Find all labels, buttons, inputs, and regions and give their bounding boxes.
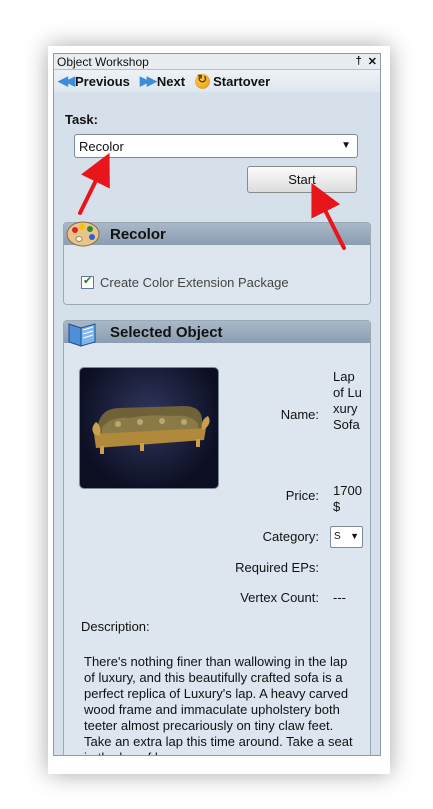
description-label: Description: (81, 619, 150, 634)
price-value: 1700 $ (333, 483, 362, 514)
title-bar: Object Workshop † ✕ (54, 54, 380, 70)
price-label: Price: (285, 488, 319, 503)
recolor-section: Recolor Create Color Extension Package (63, 222, 371, 305)
previous-button[interactable]: ◀◀ Previous (58, 73, 130, 89)
color-extension-checkbox[interactable] (81, 274, 94, 289)
task-dropdown[interactable]: Recolor ▼ (74, 134, 358, 158)
pin-icon[interactable]: † (356, 55, 362, 68)
next-label: Next (156, 73, 186, 89)
startover-label: Startover (213, 73, 271, 89)
selected-object-header: Selected Object (64, 321, 370, 343)
vertex-count-value: --- (333, 590, 346, 605)
task-label: Task: (65, 112, 98, 127)
category-label: Category: (262, 529, 319, 544)
chevron-down-icon: ▼ (350, 531, 359, 541)
next-button[interactable]: ▶▶ Next (140, 73, 185, 89)
navigation-bar: ◀◀ Previous ▶▶ Next Startover (54, 70, 380, 92)
selected-object-section: Selected Object Name: Lap of Luxury Sofa… (63, 320, 371, 755)
object-thumbnail (79, 367, 219, 489)
required-eps-label: Required EPs: (235, 560, 319, 575)
restart-icon (195, 72, 211, 89)
sofa-image (92, 406, 210, 454)
category-dropdown[interactable]: S ▼ (330, 526, 363, 548)
name-label: Name: (280, 407, 319, 422)
close-icon[interactable]: ✕ (368, 55, 377, 68)
double-right-arrow-icon: ▶▶ (139, 73, 157, 88)
recolor-section-header: Recolor (64, 223, 370, 245)
start-button[interactable]: Start (247, 166, 357, 193)
double-left-arrow-icon: ◀◀ (58, 73, 75, 88)
window-title: Object Workshop (57, 54, 149, 69)
previous-label: Previous (75, 73, 130, 89)
book-icon (68, 323, 96, 347)
category-value: S (334, 531, 341, 542)
palette-icon (66, 221, 100, 247)
chevron-down-icon: ▼ (341, 140, 351, 151)
recolor-section-title: Recolor (110, 225, 166, 243)
vertex-count-label: Vertex Count: (240, 590, 319, 605)
description-text: There's nothing finer than wallowing in … (84, 654, 353, 755)
selected-object-title: Selected Object (110, 323, 223, 341)
task-selected-value: Recolor (79, 138, 124, 154)
name-value: Lap of Luxury Sofa (333, 369, 362, 432)
color-extension-checkbox-row[interactable]: Create Color Extension Package (81, 274, 289, 290)
object-workshop-panel: Object Workshop † ✕ ◀◀ Previous ▶▶ Next … (53, 53, 381, 756)
color-extension-label: Create Color Extension Package (100, 275, 289, 290)
startover-button[interactable]: Startover (195, 72, 271, 89)
